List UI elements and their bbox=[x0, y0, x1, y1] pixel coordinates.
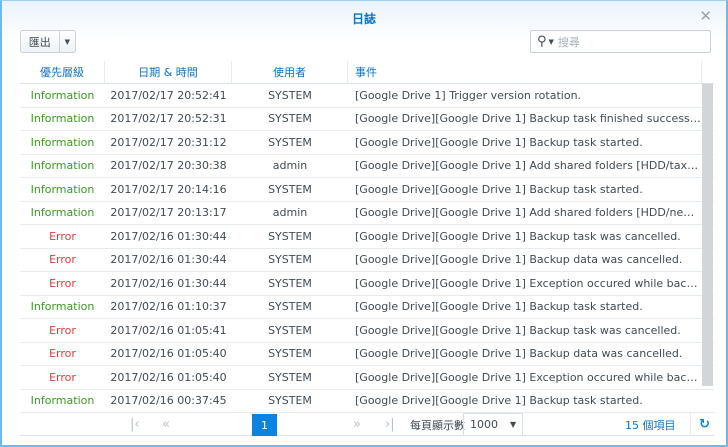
user-cell: SYSTEM bbox=[268, 229, 312, 243]
priority-cell: Information bbox=[30, 159, 95, 173]
per-page-select[interactable]: 1000 ▼ bbox=[463, 413, 523, 436]
table-row[interactable]: Information 2017/02/17 20:52:31 SYSTEM [Goo… bbox=[20, 108, 714, 131]
priority-cell: Error bbox=[49, 370, 76, 384]
datetime-cell: 2017/02/17 20:31:12 bbox=[110, 135, 227, 149]
table-row[interactable]: Error 2017/02/16 01:30:44 SYSTEM [Google Dr… bbox=[20, 225, 714, 249]
search-input[interactable]: ⚲ ▼ 搜尋 bbox=[530, 30, 711, 53]
scrollbar[interactable] bbox=[702, 84, 713, 386]
close-icon[interactable]: ✕ bbox=[699, 7, 712, 25]
priority-cell: Error bbox=[49, 229, 76, 243]
table-row[interactable]: Information 2017/02/17 20:31:12 SYSTEM [Goo… bbox=[20, 131, 714, 155]
priority-cell: Error bbox=[49, 253, 76, 267]
priority-cell: Error bbox=[49, 323, 76, 337]
datetime-cell: 2017/02/16 01:30:44 bbox=[110, 276, 227, 290]
user-cell: SYSTEM bbox=[268, 182, 312, 196]
event-cell: [Google Drive][Google Drive 1] Backup ta… bbox=[355, 323, 681, 337]
per-page-label: 每頁顯示數 bbox=[410, 418, 465, 432]
table-row[interactable]: Information 2017/02/17 20:52:41 SYSTEM [Goo… bbox=[20, 84, 714, 108]
next-page-button[interactable]: » bbox=[353, 413, 361, 436]
datetime-cell: 2017/02/17 20:52:31 bbox=[110, 112, 227, 126]
datetime-cell: 2017/02/17 20:52:41 bbox=[110, 88, 227, 102]
event-cell: [Google Drive][Google Drive 1] Backup ta… bbox=[355, 300, 643, 314]
window-title: 日誌 bbox=[351, 12, 376, 26]
user-cell: admin bbox=[272, 206, 308, 220]
event-cell: [Google Drive][Google Drive 1] Exception… bbox=[355, 370, 702, 384]
priority-cell: Information bbox=[30, 135, 95, 149]
datetime-cell: 2017/02/17 20:30:38 bbox=[110, 159, 227, 173]
event-cell: [Google Drive][Google Drive 1] Backup da… bbox=[355, 347, 683, 361]
item-count: 15 個項目 bbox=[625, 418, 676, 432]
table-row[interactable]: Error 2017/02/16 01:05:40 SYSTEM [Google Dr… bbox=[20, 366, 714, 390]
per-page-value: 1000 bbox=[470, 418, 498, 431]
table-row[interactable]: Error 2017/02/16 01:30:44 SYSTEM [Google Dr… bbox=[20, 249, 714, 272]
event-cell: [Google Drive][Google Drive 1] Backup ta… bbox=[355, 182, 643, 196]
datetime-cell: 2017/02/16 01:05:40 bbox=[110, 347, 227, 361]
user-cell: SYSTEM bbox=[268, 88, 312, 102]
table-row[interactable]: Information 2017/02/17 20:13:17 admin [Goog… bbox=[20, 202, 714, 225]
export-label[interactable]: 匯出 bbox=[21, 31, 60, 52]
user-cell: SYSTEM bbox=[268, 347, 312, 361]
column-event[interactable]: 事件 bbox=[348, 61, 702, 83]
event-cell: [Google Drive][Google Drive 1] Backup ta… bbox=[355, 135, 643, 149]
user-cell: admin bbox=[272, 159, 308, 173]
table-row[interactable]: Error 2017/02/16 01:05:41 SYSTEM [Google Dr… bbox=[20, 319, 714, 343]
priority-cell: Information bbox=[30, 112, 95, 126]
datetime-cell: 2017/02/16 01:05:41 bbox=[110, 323, 227, 337]
log-window: 日誌 ✕ 匯出 ▼ ⚲ ▼ 搜尋 優先層級 日期 & 時間 使用者 事件 Inf… bbox=[0, 0, 728, 447]
event-cell: [Google Drive][Google Drive 1] Add share… bbox=[355, 206, 702, 220]
event-cell: [Google Drive 1] Trigger version rotatio… bbox=[355, 88, 582, 102]
user-cell: SYSTEM bbox=[268, 112, 312, 126]
table-row[interactable]: Error 2017/02/16 01:05:40 SYSTEM [Google Dr… bbox=[20, 343, 714, 366]
priority-cell: Information bbox=[30, 394, 95, 408]
export-button[interactable]: 匯出 ▼ bbox=[20, 30, 76, 53]
user-cell: SYSTEM bbox=[268, 135, 312, 149]
event-cell: [Google Drive][Google Drive 1] Exception… bbox=[355, 276, 702, 290]
chevron-down-icon: ▼ bbox=[510, 420, 517, 429]
datetime-cell: 2017/02/17 20:13:17 bbox=[110, 206, 227, 220]
search-icon[interactable]: ⚲ bbox=[537, 34, 547, 49]
datetime-cell: 2017/02/16 01:10:37 bbox=[110, 300, 227, 314]
event-cell: [Google Drive][Google Drive 1] Backup ta… bbox=[355, 394, 643, 408]
datetime-cell: 2017/02/17 20:14:16 bbox=[110, 182, 227, 196]
table-row[interactable]: Information 2017/02/17 20:14:16 SYSTEM [Goo… bbox=[20, 178, 714, 202]
refresh-icon[interactable]: ↻ bbox=[690, 413, 710, 436]
priority-cell: Error bbox=[49, 276, 76, 290]
prev-page-button[interactable]: « bbox=[162, 413, 170, 436]
datetime-cell: 2017/02/16 00:37:45 bbox=[110, 394, 227, 408]
column-user[interactable]: 使用者 bbox=[232, 61, 348, 83]
chevron-down-icon[interactable]: ▼ bbox=[60, 31, 75, 52]
column-datetime[interactable]: 日期 & 時間 bbox=[105, 61, 232, 83]
search-placeholder: 搜尋 bbox=[557, 35, 580, 49]
datetime-cell: 2017/02/16 01:05:40 bbox=[110, 370, 227, 384]
current-page[interactable]: 1 bbox=[252, 414, 277, 436]
event-cell: [Google Drive][Google Drive 1] Add share… bbox=[355, 159, 702, 173]
user-cell: SYSTEM bbox=[268, 370, 312, 384]
user-cell: SYSTEM bbox=[268, 323, 312, 337]
priority-cell: Information bbox=[30, 182, 95, 196]
user-cell: SYSTEM bbox=[268, 300, 312, 314]
user-cell: SYSTEM bbox=[268, 276, 312, 290]
priority-cell: Information bbox=[30, 300, 95, 314]
event-cell: [Google Drive][Google Drive 1] Backup ta… bbox=[355, 229, 681, 243]
event-cell: [Google Drive][Google Drive 1] Backup ta… bbox=[355, 112, 702, 126]
user-cell: SYSTEM bbox=[268, 394, 312, 408]
priority-cell: Information bbox=[30, 88, 95, 102]
table-row[interactable]: Information 2017/02/17 20:30:38 admin [Goog… bbox=[20, 155, 714, 178]
table-header: 優先層級 日期 & 時間 使用者 事件 bbox=[20, 61, 714, 84]
priority-cell: Information bbox=[30, 206, 95, 220]
datetime-cell: 2017/02/16 01:30:44 bbox=[110, 229, 227, 243]
table-row[interactable]: Information 2017/02/16 01:10:37 SYSTEM [Goo… bbox=[20, 296, 714, 319]
datetime-cell: 2017/02/16 01:30:44 bbox=[110, 253, 227, 267]
column-priority[interactable]: 優先層級 bbox=[20, 61, 105, 83]
table-row[interactable]: Information 2017/02/16 00:37:45 SYSTEM [Goo… bbox=[20, 390, 714, 413]
chevron-down-icon[interactable]: ▼ bbox=[549, 38, 554, 46]
table-row[interactable]: Error 2017/02/16 01:30:44 SYSTEM [Google Dr… bbox=[20, 272, 714, 296]
priority-cell: Error bbox=[49, 347, 76, 361]
log-table: 優先層級 日期 & 時間 使用者 事件 Information 2017/02/1… bbox=[20, 61, 714, 413]
last-page-button[interactable]: ›| bbox=[385, 413, 395, 436]
first-page-button[interactable]: |‹ bbox=[130, 413, 140, 436]
event-cell: [Google Drive][Google Drive 1] Backup da… bbox=[355, 253, 683, 267]
pagination-bar: |‹ « 1 » ›| 每頁顯示數 1000 ▼ 15 個項目 ↻ bbox=[20, 412, 714, 436]
user-cell: SYSTEM bbox=[268, 253, 312, 267]
